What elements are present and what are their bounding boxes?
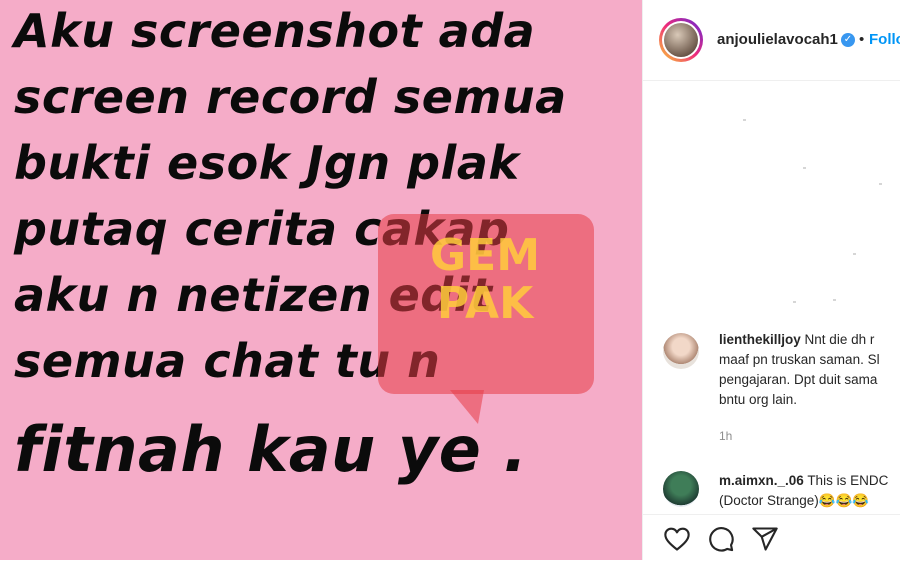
story-line: fitnah kau ye . (14, 413, 528, 486)
comment-avatar[interactable] (663, 471, 699, 507)
comment-first-line: lienthekilljoy Nnt die dh r (719, 330, 900, 350)
story-line: screen record semua (14, 70, 567, 124)
comment-text: (Doctor Strange)😂😂😂 (719, 493, 870, 508)
comment-text: Nnt die dh r (804, 332, 875, 347)
comment-icon[interactable] (707, 525, 735, 553)
avatar-photo (664, 23, 698, 57)
heart-icon[interactable] (663, 525, 691, 553)
comment-avatar[interactable] (663, 333, 699, 369)
post-side-panel: anjoulielavocah1 ✓ • Follo lienthekilljo… (642, 0, 900, 560)
separator-dot: • (859, 31, 865, 48)
watermark-tail (450, 390, 484, 424)
follow-button[interactable]: Follo (869, 31, 900, 48)
share-icon[interactable] (751, 525, 779, 553)
faint-dot (833, 299, 836, 301)
story-line: bukti esok Jgn plak (14, 136, 520, 190)
faint-dot (879, 183, 882, 185)
post-image[interactable]: Aku screenshot ada screen record semua b… (0, 0, 642, 560)
post-actions-bar (643, 514, 900, 561)
watermark-text: GEM PAK (400, 232, 570, 328)
comment-text: bntu org lain. (719, 392, 798, 407)
comment-text: maaf pn truskan saman. Sl (719, 352, 880, 367)
faint-dot (743, 119, 746, 121)
faint-dot (853, 253, 856, 255)
watermark-line: PAK (436, 278, 534, 329)
comment-text: This is ENDC (807, 473, 889, 488)
comment-username[interactable]: m.aimxn._.06 (719, 473, 804, 488)
comment-first-line: m.aimxn._.06 This is ENDC (719, 471, 900, 491)
verified-badge-icon: ✓ (841, 33, 855, 47)
comment-item: m.aimxn._.06 This is ENDC (Doctor Strang… (719, 471, 900, 511)
story-line: Aku screenshot ada (14, 4, 536, 58)
post-header: anjoulielavocah1 ✓ • Follo (643, 0, 900, 81)
comments-list[interactable]: lienthekilljoy Nnt die dh r maaf pn trus… (643, 81, 900, 513)
faint-dot (803, 167, 806, 169)
profile-avatar[interactable] (659, 18, 703, 62)
avatar-frame (662, 21, 700, 59)
comment-timestamp[interactable]: 1h (719, 429, 732, 443)
comment-username[interactable]: lienthekilljoy (719, 332, 801, 347)
watermark-line: GEM (430, 230, 540, 281)
comment-item: lienthekilljoy Nnt die dh r maaf pn trus… (719, 330, 900, 410)
comment-text: pengajaran. Dpt duit sama (719, 372, 878, 387)
faint-dot (793, 301, 796, 303)
profile-username[interactable]: anjoulielavocah1 (717, 31, 838, 48)
